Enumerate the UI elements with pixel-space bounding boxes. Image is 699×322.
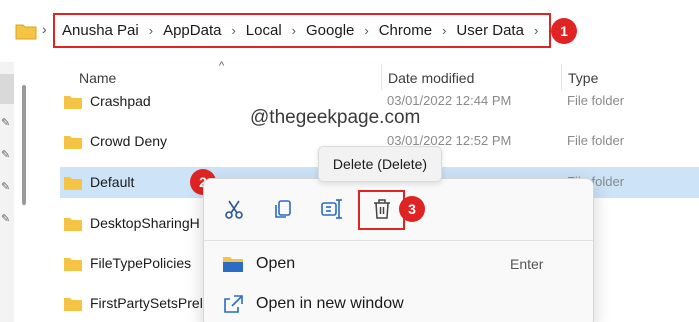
sort-ascending-icon: ^ <box>219 60 225 72</box>
menu-divider <box>204 240 593 241</box>
item-type: File folder <box>567 133 625 148</box>
breadcrumb-item[interactable]: AppData <box>163 22 221 39</box>
menu-item-open[interactable]: Open Enter <box>204 245 593 283</box>
folder-icon <box>64 258 82 271</box>
item-name: Crowd Deny <box>90 133 168 149</box>
folder-icon <box>15 24 37 40</box>
open-external-icon <box>224 295 243 313</box>
breadcrumb-item[interactable]: Chrome <box>379 22 432 39</box>
context-menu: Open Enter Open in new window <box>203 178 594 322</box>
folder-icon <box>64 96 82 109</box>
pin-icon: ✎ <box>1 149 11 161</box>
chevron-right-icon: › <box>42 21 47 37</box>
chevron-right-icon: › <box>148 23 154 38</box>
pin-icon: ✎ <box>1 117 11 129</box>
column-header-type[interactable]: Type <box>568 70 598 86</box>
watermark: @thegeekpage.com <box>250 107 421 128</box>
chevron-right-icon: › <box>231 23 236 38</box>
tooltip: Delete (Delete) <box>318 146 442 182</box>
address-bar[interactable]: › Anusha Pai › AppData › Local › Google … <box>0 0 699 62</box>
item-name: FirstPartySetsPrel <box>90 295 203 311</box>
item-name: Default <box>90 174 135 190</box>
item-name: FileTypePolicies <box>90 255 192 271</box>
chevron-right-icon[interactable]: › <box>534 23 538 38</box>
rename-icon[interactable] <box>318 195 346 223</box>
menu-item-label: Open <box>256 255 296 272</box>
column-header-name[interactable]: Name <box>79 70 116 86</box>
item-name: DesktopSharingH <box>90 215 200 231</box>
pin-icon: ✎ <box>1 181 11 193</box>
annotation-badge-1: 1 <box>551 18 577 44</box>
copy-icon[interactable] <box>269 195 297 223</box>
folder-icon <box>64 298 82 311</box>
item-date: 03/01/2022 12:44 PM <box>387 93 512 108</box>
item-type: File folder <box>567 93 625 108</box>
chevron-right-icon: › <box>364 23 369 38</box>
cut-icon[interactable] <box>220 195 248 223</box>
navigation-selected-item[interactable] <box>0 74 14 104</box>
menu-item-shortcut: Enter <box>510 256 544 272</box>
chevron-right-icon: › <box>442 23 447 38</box>
folder-icon <box>64 177 82 190</box>
breadcrumb-item[interactable]: Google <box>306 22 354 39</box>
breadcrumb: Anusha Pai › AppData › Local › Google › … <box>53 13 551 48</box>
scrollbar-thumb[interactable] <box>22 85 26 205</box>
column-header-date[interactable]: Date modified <box>388 70 474 86</box>
breadcrumb-item[interactable]: Local <box>246 22 282 39</box>
chevron-right-icon: › <box>291 23 296 38</box>
folder-icon <box>64 136 82 149</box>
folder-open-icon <box>223 257 243 272</box>
breadcrumb-item[interactable]: User Data <box>456 22 524 39</box>
annotation-badge-3: 3 <box>399 196 425 222</box>
pin-icon: ✎ <box>1 213 11 225</box>
delete-highlight-box <box>358 190 405 230</box>
folder-icon <box>64 218 82 231</box>
breadcrumb-item[interactable]: Anusha Pai <box>62 22 139 39</box>
item-name: Crashpad <box>90 93 151 109</box>
menu-item-open-new-window[interactable]: Open in new window <box>204 285 593 322</box>
menu-item-label: Open in new window <box>256 295 404 312</box>
